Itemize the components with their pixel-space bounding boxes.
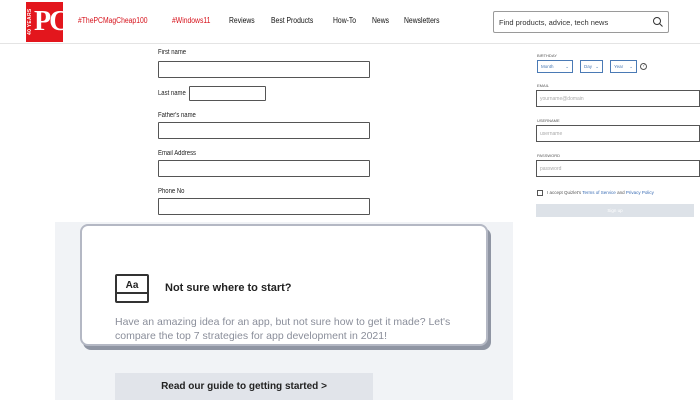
birthday-month-select[interactable]: Month ⌄ — [537, 60, 573, 73]
top-navigation-bar: 40 YEARS PC #ThePCMagCheap100 #Windows11… — [0, 0, 700, 44]
birthday-year-select[interactable]: Year ⌄ — [610, 60, 637, 73]
privacy-policy-link[interactable]: Privacy Policy — [626, 190, 654, 195]
email-field[interactable] — [158, 160, 370, 177]
email-label: Email Address — [158, 150, 197, 157]
year-value: Year — [614, 64, 624, 69]
password-input[interactable]: password — [536, 160, 700, 177]
logo-text: PC — [34, 6, 69, 37]
promo-title: Not sure where to start? — [165, 282, 292, 294]
last-name-label: Last name — [158, 90, 186, 97]
birthday-label: BIRTHDAY — [537, 53, 557, 58]
chevron-down-icon: ⌄ — [565, 64, 569, 69]
first-name-label: First name — [158, 49, 187, 56]
fathers-name-label: Father's name — [158, 112, 196, 119]
first-name-field[interactable] — [158, 61, 370, 78]
fathers-name-field[interactable] — [158, 122, 370, 139]
nav-item-reviews[interactable]: Reviews — [229, 16, 255, 25]
password-label: PASSWORD — [537, 153, 561, 158]
phone-field[interactable] — [158, 198, 370, 215]
search-icon[interactable] — [652, 16, 664, 28]
search-placeholder: Find products, advice, tech news — [499, 18, 609, 27]
day-value: Day — [584, 64, 593, 69]
promo-body: Have an amazing idea for an app, but not… — [115, 316, 451, 342]
nav-item-news[interactable]: News — [372, 16, 389, 25]
pcmag-logo[interactable]: 40 YEARS PC — [26, 2, 69, 42]
username-input[interactable]: username — [536, 125, 700, 142]
read-guide-button[interactable]: Read our guide to getting started > — [115, 373, 373, 400]
terms-text: I accept Quizlet's Terms of Service and … — [547, 190, 654, 195]
nav-item-windows11[interactable]: #Windows11 — [172, 16, 210, 25]
help-icon[interactable]: ? — [640, 63, 647, 70]
terms-prefix: I accept Quizlet's — [547, 190, 582, 195]
email-placeholder: yourname@domain — [540, 96, 584, 102]
email-label-right: EMAIL — [537, 83, 550, 88]
birthday-day-select[interactable]: Day ⌄ — [580, 60, 603, 73]
signup-submit-button[interactable]: Sign up — [536, 204, 694, 217]
email-input-right[interactable]: yourname@domain — [536, 90, 700, 107]
nav-item-how-to[interactable]: How-To — [333, 16, 356, 25]
username-placeholder: username — [540, 131, 563, 137]
terms-and: and — [617, 190, 625, 195]
username-label: USERNAME — [537, 118, 560, 123]
chevron-down-icon: ⌄ — [629, 64, 633, 69]
terms-of-service-link[interactable]: Terms of Service — [582, 190, 616, 195]
aa-icon-text: Aa — [117, 278, 147, 294]
chevron-down-icon: ⌄ — [595, 64, 599, 69]
nav-item-cheap100[interactable]: #ThePCMagCheap100 — [78, 16, 148, 25]
nav-item-newsletters[interactable]: Newsletters — [404, 16, 440, 25]
nav-item-best-products[interactable]: Best Products — [271, 16, 313, 25]
password-placeholder: password — [540, 166, 562, 172]
phone-label: Phone No — [158, 188, 185, 195]
month-value: Month — [541, 64, 554, 69]
font-aa-icon: Aa — [115, 274, 149, 303]
terms-checkbox[interactable] — [537, 190, 543, 196]
last-name-field[interactable] — [189, 86, 266, 101]
search-input[interactable]: Find products, advice, tech news — [493, 11, 669, 33]
main-nav: #ThePCMagCheap100 #Windows11 Reviews Bes… — [78, 16, 458, 25]
